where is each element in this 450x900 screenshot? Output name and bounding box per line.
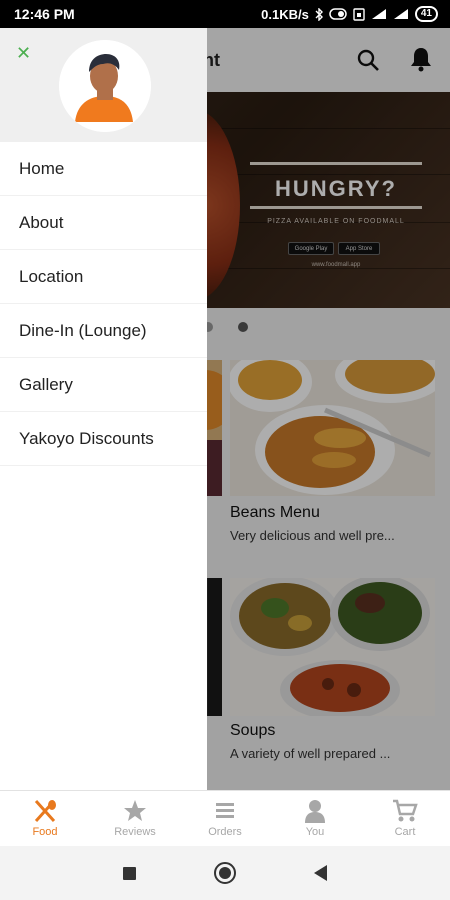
tab-you[interactable]: You <box>270 791 360 846</box>
navigation-drawer: ✕ Home About Location Dine-In (Lounge) G… <box>0 28 207 790</box>
bluetooth-icon <box>315 7 323 21</box>
star-icon <box>124 800 146 821</box>
status-indicators: 0.1KB/s 41 <box>261 6 438 22</box>
person-icon <box>305 800 325 823</box>
menu-item-gallery[interactable]: Gallery <box>0 358 207 412</box>
menu-item-discounts[interactable]: Yakoyo Discounts <box>0 412 207 466</box>
menu-item-about[interactable]: About <box>0 196 207 250</box>
back-button[interactable] <box>314 865 327 881</box>
drawer-header: ✕ <box>0 28 207 142</box>
cart-icon <box>393 799 418 822</box>
menu-item-home[interactable]: Home <box>0 142 207 196</box>
signal-icon <box>371 8 387 20</box>
sim-icon <box>353 7 365 21</box>
signal-icon-2 <box>393 8 409 20</box>
battery-indicator: 41 <box>414 6 438 22</box>
menu-item-dine-in[interactable]: Dine-In (Lounge) <box>0 304 207 358</box>
tab-orders[interactable]: Orders <box>180 791 270 846</box>
fork-spoon-icon <box>34 799 56 823</box>
home-button[interactable] <box>214 862 236 884</box>
tab-label-food: Food <box>32 826 58 838</box>
system-nav-bar <box>0 846 450 900</box>
data-saver-icon <box>329 8 347 20</box>
tab-food[interactable]: Food <box>0 791 90 846</box>
tab-label-orders: Orders <box>208 826 242 838</box>
close-icon[interactable]: ✕ <box>16 44 31 62</box>
tab-reviews[interactable]: Reviews <box>90 791 180 846</box>
network-speed: 0.1KB/s <box>261 6 309 22</box>
list-icon <box>216 803 234 818</box>
status-time: 12:46 PM <box>14 6 75 22</box>
menu-item-location[interactable]: Location <box>0 250 207 304</box>
tab-label-reviews: Reviews <box>114 826 156 838</box>
user-avatar-icon <box>59 40 151 132</box>
status-bar: 12:46 PM 0.1KB/s 41 <box>0 0 450 28</box>
recents-button[interactable] <box>123 866 136 880</box>
tab-label-you: You <box>305 826 325 838</box>
tab-label-cart: Cart <box>394 826 416 838</box>
bottom-tab-bar: Food Reviews Orders You Cart <box>0 790 450 846</box>
avatar[interactable] <box>59 40 151 132</box>
tab-cart[interactable]: Cart <box>360 791 450 846</box>
